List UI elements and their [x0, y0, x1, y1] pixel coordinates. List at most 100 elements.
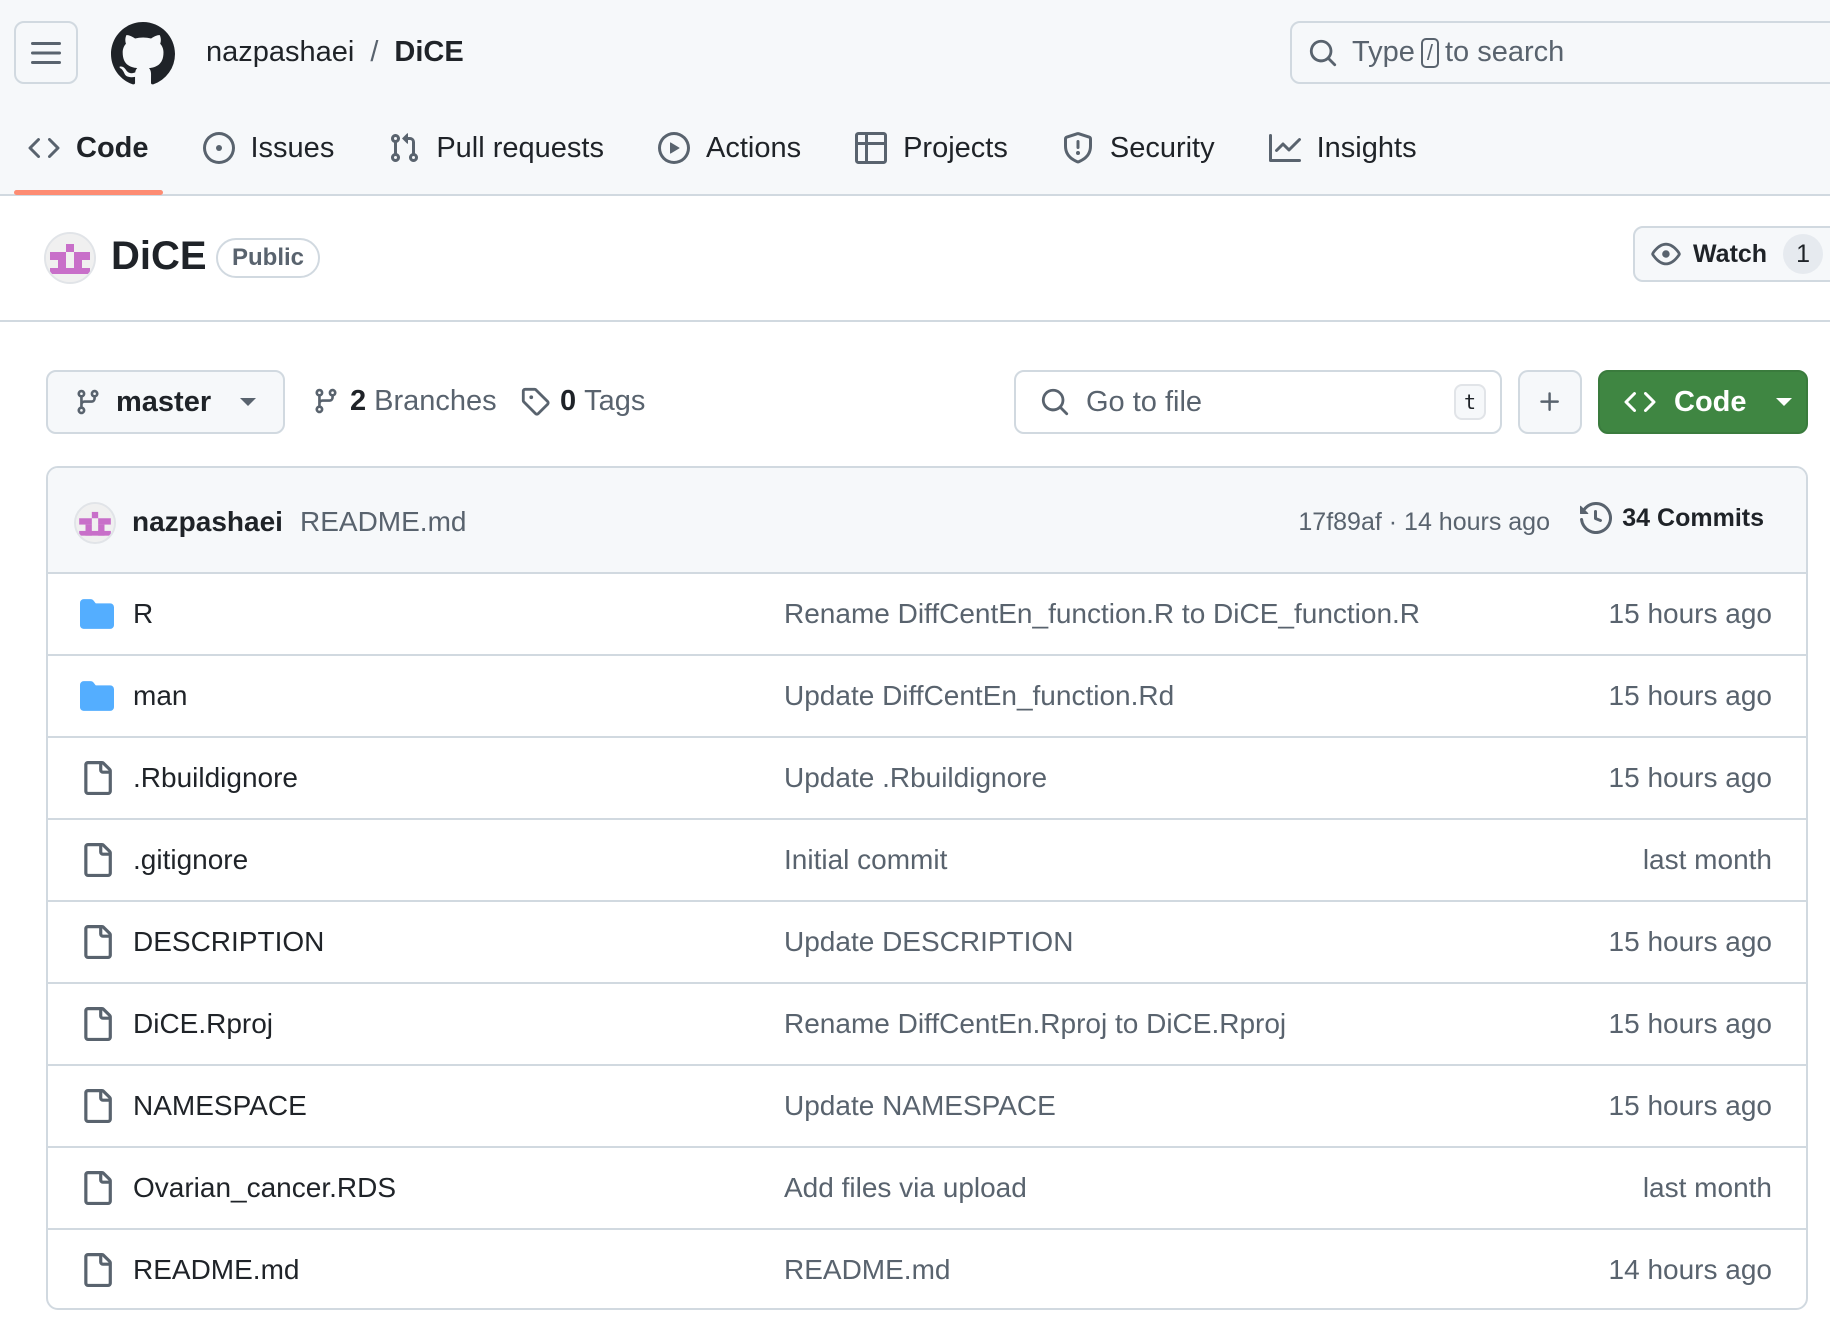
file-commit-date: 15 hours ago: [1608, 598, 1772, 629]
code-button-label: Code: [1674, 385, 1747, 418]
issue-opened-icon: [202, 132, 235, 164]
file-commit-date: last month: [1642, 1172, 1772, 1203]
tab-insights[interactable]: Insights: [1253, 118, 1433, 178]
identicon-icon: [46, 234, 94, 282]
git-branch-icon: [315, 388, 337, 414]
search-icon: [1309, 39, 1337, 66]
tags-link[interactable]: 0 Tags: [520, 381, 645, 421]
file-row[interactable]: .Rbuildignore Update .Rbuildignore 15 ho…: [48, 738, 1806, 820]
tab-projects-label: Projects: [903, 131, 1008, 164]
file-commit-message-link[interactable]: Update DiffCentEn_function.Rd: [784, 680, 1174, 712]
watch-label: Watch: [1693, 239, 1768, 268]
commit-sha-link[interactable]: 17f89af: [1298, 508, 1381, 536]
open-menu-button[interactable]: [14, 21, 78, 84]
watch-button[interactable]: Watch 1: [1633, 226, 1830, 282]
go-to-file-input[interactable]: Go to file t: [1014, 370, 1502, 434]
commit-meta: 17f89af · 14 hours ago: [1298, 508, 1550, 537]
file-row[interactable]: NAMESPACE Update NAMESPACE 15 hours ago: [48, 1066, 1806, 1148]
tab-pull-requests[interactable]: Pull requests: [372, 118, 620, 178]
file-commit-message-link[interactable]: Rename DiffCentEn_function.R to DiCE_fun…: [784, 598, 1420, 630]
repo-title-bar: DiCE Public Watch 1: [0, 196, 1830, 322]
file-commit-message-link[interactable]: Update DESCRIPTION: [784, 926, 1073, 958]
breadcrumb-repo-link[interactable]: DiCE: [394, 36, 463, 69]
file-commit-message-link[interactable]: Rename DiffCentEn.Rproj to DiCE.Rproj: [784, 1008, 1286, 1040]
branches-label: Branches: [374, 384, 497, 417]
github-logo-icon[interactable]: [111, 22, 175, 86]
file-icon: [80, 925, 114, 959]
file-row[interactable]: Ovarian_cancer.RDS Add files via upload …: [48, 1148, 1806, 1230]
code-dropdown-button[interactable]: Code: [1598, 370, 1808, 434]
repo-nav-tabs: Code Issues Pull requests Actions Projec…: [0, 118, 1455, 196]
tab-security-label: Security: [1109, 131, 1215, 164]
tab-insights-label: Insights: [1316, 131, 1417, 164]
file-name-link[interactable]: DESCRIPTION: [133, 926, 324, 958]
branches-link[interactable]: 2 Branches: [312, 381, 497, 421]
tags-label: Tags: [584, 384, 646, 417]
file-icon: [80, 1089, 114, 1123]
code-icon: [28, 137, 60, 159]
tag-icon: [521, 387, 550, 416]
tab-actions-label: Actions: [705, 131, 802, 164]
file-commit-message-link[interactable]: Add files via upload: [784, 1172, 1027, 1204]
commit-author-avatar[interactable]: [74, 502, 116, 544]
file-row[interactable]: R Rename DiffCentEn_function.R to DiCE_f…: [48, 574, 1806, 656]
file-icon: [80, 761, 114, 795]
tab-code-label: Code: [76, 131, 149, 164]
file-name-link[interactable]: man: [133, 680, 187, 712]
tab-issues-label: Issues: [250, 131, 335, 164]
file-row[interactable]: .gitignore Initial commit last month: [48, 820, 1806, 902]
search-suffix-text: to search: [1445, 36, 1565, 68]
branch-select-button[interactable]: master: [46, 370, 285, 434]
file-commit-date: last month: [1642, 844, 1772, 875]
file-name-link[interactable]: DiCE.Rproj: [133, 1008, 273, 1040]
tab-code[interactable]: Code: [12, 118, 165, 195]
triangle-down-icon: [1775, 398, 1792, 406]
file-row[interactable]: README.md README.md 14 hours ago: [48, 1230, 1806, 1308]
breadcrumb-owner-link[interactable]: nazpashaei: [206, 36, 354, 69]
file-name-link[interactable]: R: [133, 598, 153, 630]
global-search-input[interactable]: Type / to search: [1290, 21, 1830, 84]
tab-projects[interactable]: Projects: [839, 118, 1024, 178]
commit-time: 14 hours ago: [1404, 508, 1550, 536]
search-prefix-text: Type: [1352, 36, 1415, 68]
file-name-link[interactable]: Ovarian_cancer.RDS: [133, 1172, 396, 1204]
file-commit-message-link[interactable]: README.md: [784, 1254, 950, 1286]
tab-issues[interactable]: Issues: [187, 118, 351, 178]
visibility-badge: Public: [216, 238, 321, 278]
breadcrumb-separator: /: [370, 35, 379, 68]
repo-owner-avatar[interactable]: [44, 232, 96, 284]
file-list: R Rename DiffCentEn_function.R to DiCE_f…: [48, 574, 1806, 1308]
tab-actions[interactable]: Actions: [642, 118, 817, 178]
plus-icon: [1540, 392, 1559, 411]
commits-count-label: 34 Commits: [1622, 503, 1764, 532]
shield-icon: [1063, 132, 1092, 164]
commit-author-link[interactable]: nazpashaei: [132, 506, 283, 538]
go-to-file-placeholder: Go to file: [1086, 385, 1203, 418]
watch-count-badge: 1: [1783, 234, 1824, 274]
file-name-link[interactable]: .Rbuildignore: [133, 762, 298, 794]
tab-security[interactable]: Security: [1046, 118, 1231, 178]
file-commit-message-link[interactable]: Update .Rbuildignore: [784, 762, 1047, 794]
tags-count: 0: [560, 384, 577, 417]
add-file-button[interactable]: [1518, 370, 1582, 434]
commit-meta-separator: ·: [1388, 508, 1398, 536]
file-commit-date: 15 hours ago: [1608, 1008, 1772, 1039]
file-commit-message-link[interactable]: Update NAMESPACE: [784, 1090, 1056, 1122]
eye-icon: [1651, 242, 1681, 266]
code-icon: [1624, 391, 1656, 413]
go-to-file-shortcut: t: [1454, 384, 1486, 420]
repo-name-link[interactable]: DiCE: [111, 234, 207, 279]
search-icon: [1041, 388, 1069, 416]
graph-icon: [1268, 134, 1301, 162]
file-name-link[interactable]: NAMESPACE: [133, 1090, 307, 1122]
file-row[interactable]: DiCE.Rproj Rename DiffCentEn.Rproj to Di…: [48, 984, 1806, 1066]
commit-message-link[interactable]: README.md: [300, 506, 466, 538]
folder-icon: [80, 679, 114, 713]
file-row[interactable]: man Update DiffCentEn_function.Rd 15 hou…: [48, 656, 1806, 738]
file-row[interactable]: DESCRIPTION Update DESCRIPTION 15 hours …: [48, 902, 1806, 984]
file-commit-message-link[interactable]: Initial commit: [784, 844, 947, 876]
commits-history-link[interactable]: 34 Commits: [1580, 502, 1764, 534]
file-name-link[interactable]: .gitignore: [133, 844, 248, 876]
branch-name: master: [116, 385, 212, 418]
file-name-link[interactable]: README.md: [133, 1254, 299, 1286]
